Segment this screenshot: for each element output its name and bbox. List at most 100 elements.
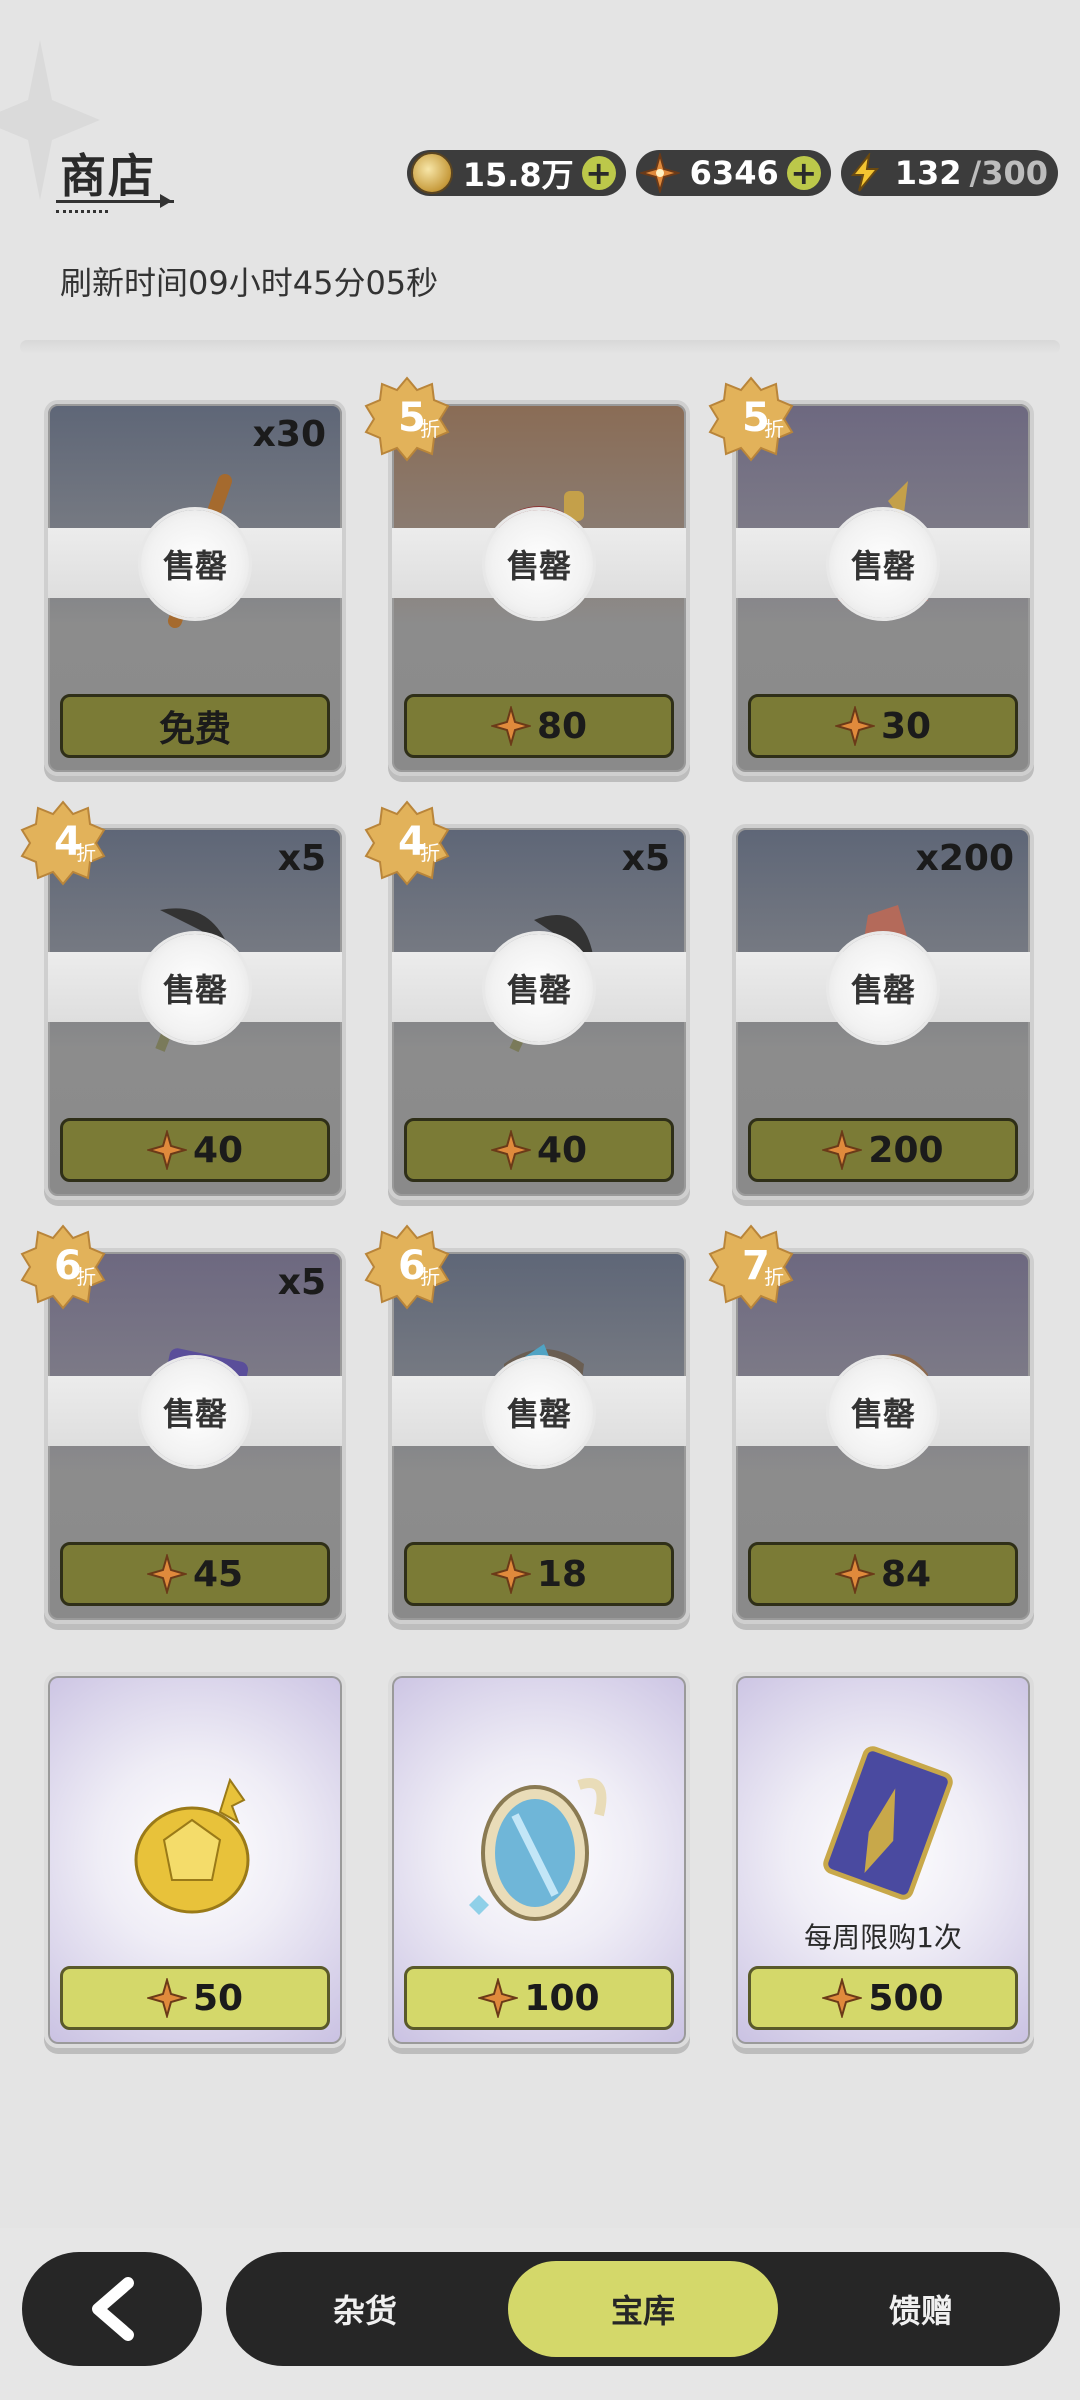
magic-mirror-icon: [469, 1778, 607, 1922]
shop-item-card[interactable]: 5 折 售罄 30: [708, 376, 1034, 776]
coin-icon: [410, 152, 453, 194]
stamina-pill[interactable]: 132 /300: [840, 150, 1058, 196]
gem-value: 6346: [689, 154, 779, 192]
sold-out-badge: 售罄: [829, 934, 937, 1042]
sold-out-badge: 售罄: [485, 510, 593, 618]
shop-item-card[interactable]: 50: [44, 1672, 346, 2048]
crystal-star-icon: [146, 1978, 187, 2018]
price-value: 40: [536, 1129, 588, 1171]
discount-badge: 4 折: [20, 800, 106, 886]
discount-badge: 4 折: [364, 800, 450, 886]
price-value: 18: [536, 1553, 588, 1595]
price-button[interactable]: 30: [748, 694, 1018, 758]
crystal-star-icon: [490, 1554, 531, 1594]
price-button[interactable]: 200: [748, 1118, 1018, 1182]
crystal-star-icon: [146, 1130, 187, 1170]
svg-text:折: 折: [420, 417, 440, 441]
title-dots: [56, 210, 108, 213]
shop-item-card[interactable]: 5 折 售罄 80: [364, 376, 690, 776]
tab-treasury[interactable]: 宝库: [508, 2261, 778, 2357]
sold-out-badge: 售罄: [141, 510, 249, 618]
shop-item-card[interactable]: 4 折 x5 售罄 40: [364, 800, 690, 1200]
shop-item-card[interactable]: x30 售罄 免费: [44, 400, 346, 776]
crystal-star-icon: [834, 706, 875, 746]
svg-text:折: 折: [76, 841, 96, 865]
discount-badge: 6 折: [364, 1224, 450, 1310]
price-value: 200: [868, 1129, 944, 1171]
lightning-icon: [850, 153, 879, 192]
item-quantity: x200: [915, 838, 1014, 879]
weekly-limit-note: 每周限购1次: [804, 1921, 962, 1954]
svg-text:折: 折: [420, 841, 440, 865]
price-button[interactable]: 40: [404, 1118, 674, 1182]
price-button[interactable]: 免费: [60, 694, 330, 758]
gold-pouch-icon: [134, 1778, 250, 1914]
coin-pill[interactable]: 15.8万 +: [406, 150, 626, 196]
title-arrow: [160, 194, 172, 208]
price-button[interactable]: 500: [748, 1966, 1018, 2030]
sold-out-badge: 售罄: [829, 1358, 937, 1466]
crystal-star-icon: [639, 153, 680, 193]
coin-value: 15.8万: [462, 156, 574, 194]
price-value: 40: [192, 1129, 244, 1171]
shop-item-card[interactable]: x200 售罄 200: [732, 824, 1034, 1200]
add-coin-button[interactable]: +: [581, 156, 616, 190]
sold-out-badge: 售罄: [829, 510, 937, 618]
sold-out-badge: 售罄: [141, 1358, 249, 1466]
price-button[interactable]: 100: [404, 1966, 674, 2030]
svg-text:折: 折: [764, 417, 784, 441]
title-underline: [56, 200, 174, 203]
price-value: 45: [192, 1553, 244, 1595]
discount-badge: 7 折: [708, 1224, 794, 1310]
price-value: 80: [536, 705, 588, 747]
shop-item-card[interactable]: 100: [388, 1672, 690, 2048]
gem-pill[interactable]: 6346 +: [635, 150, 831, 196]
crystal-star-icon: [490, 706, 531, 746]
tab-groceries[interactable]: 杂货: [230, 2261, 500, 2357]
shop-item-card[interactable]: 7 折 售罄 84: [708, 1224, 1034, 1624]
sold-out-badge: 售罄: [141, 934, 249, 1042]
svg-text:折: 折: [420, 1265, 440, 1289]
tab-bar: 杂货 宝库 馈赠: [226, 2252, 1060, 2366]
back-button[interactable]: [22, 2252, 202, 2366]
crystal-star-icon: [478, 1978, 519, 2018]
back-arrow-icon: [92, 2277, 134, 2341]
page-title: 商店: [60, 149, 156, 203]
crystal-star-icon: [834, 1554, 875, 1594]
discount-badge: 6 折: [20, 1224, 106, 1310]
price-value: 50: [192, 1977, 244, 2019]
item-quantity: x5: [621, 838, 670, 879]
price-button[interactable]: 84: [748, 1542, 1018, 1606]
svg-text:折: 折: [764, 1265, 784, 1289]
crystal-star-icon: [490, 1130, 531, 1170]
item-quantity: x5: [277, 1262, 326, 1303]
crystal-star-icon: [822, 1130, 863, 1170]
price-value: 免费: [158, 709, 231, 750]
svg-text:折: 折: [76, 1265, 96, 1289]
shop-item-card[interactable]: 6 折 售罄 18: [364, 1224, 690, 1624]
tab-gifts[interactable]: 馈赠: [786, 2261, 1056, 2357]
add-gem-button[interactable]: +: [786, 156, 821, 190]
stamina-value: 132: [894, 154, 962, 192]
price-button[interactable]: 45: [60, 1542, 330, 1606]
purple-card-icon: [823, 1746, 953, 1900]
shop-item-card[interactable]: 6 折 x5 售罄 45: [20, 1224, 346, 1624]
sold-out-badge: 售罄: [485, 934, 593, 1042]
crystal-star-icon: [822, 1978, 863, 2018]
shop-item-card[interactable]: 每周限购1次 500: [732, 1672, 1034, 2048]
price-button[interactable]: 80: [404, 694, 674, 758]
price-button[interactable]: 50: [60, 1966, 330, 2030]
crystal-star-icon: [146, 1554, 187, 1594]
price-button[interactable]: 40: [60, 1118, 330, 1182]
price-value: 84: [880, 1553, 932, 1595]
price-button[interactable]: 18: [404, 1542, 674, 1606]
sold-out-badge: 售罄: [485, 1358, 593, 1466]
item-quantity: x5: [277, 838, 326, 879]
stamina-max: /300: [969, 154, 1048, 192]
discount-badge: 5 折: [364, 376, 450, 462]
shelf-divider: [20, 340, 1060, 354]
shop-item-card[interactable]: 4 折 x5 售罄 40: [20, 800, 346, 1200]
currency-bar: 15.8万 + 6346 + 132 /300: [406, 150, 1058, 196]
price-value: 500: [868, 1977, 944, 2019]
price-value: 100: [524, 1977, 600, 2019]
